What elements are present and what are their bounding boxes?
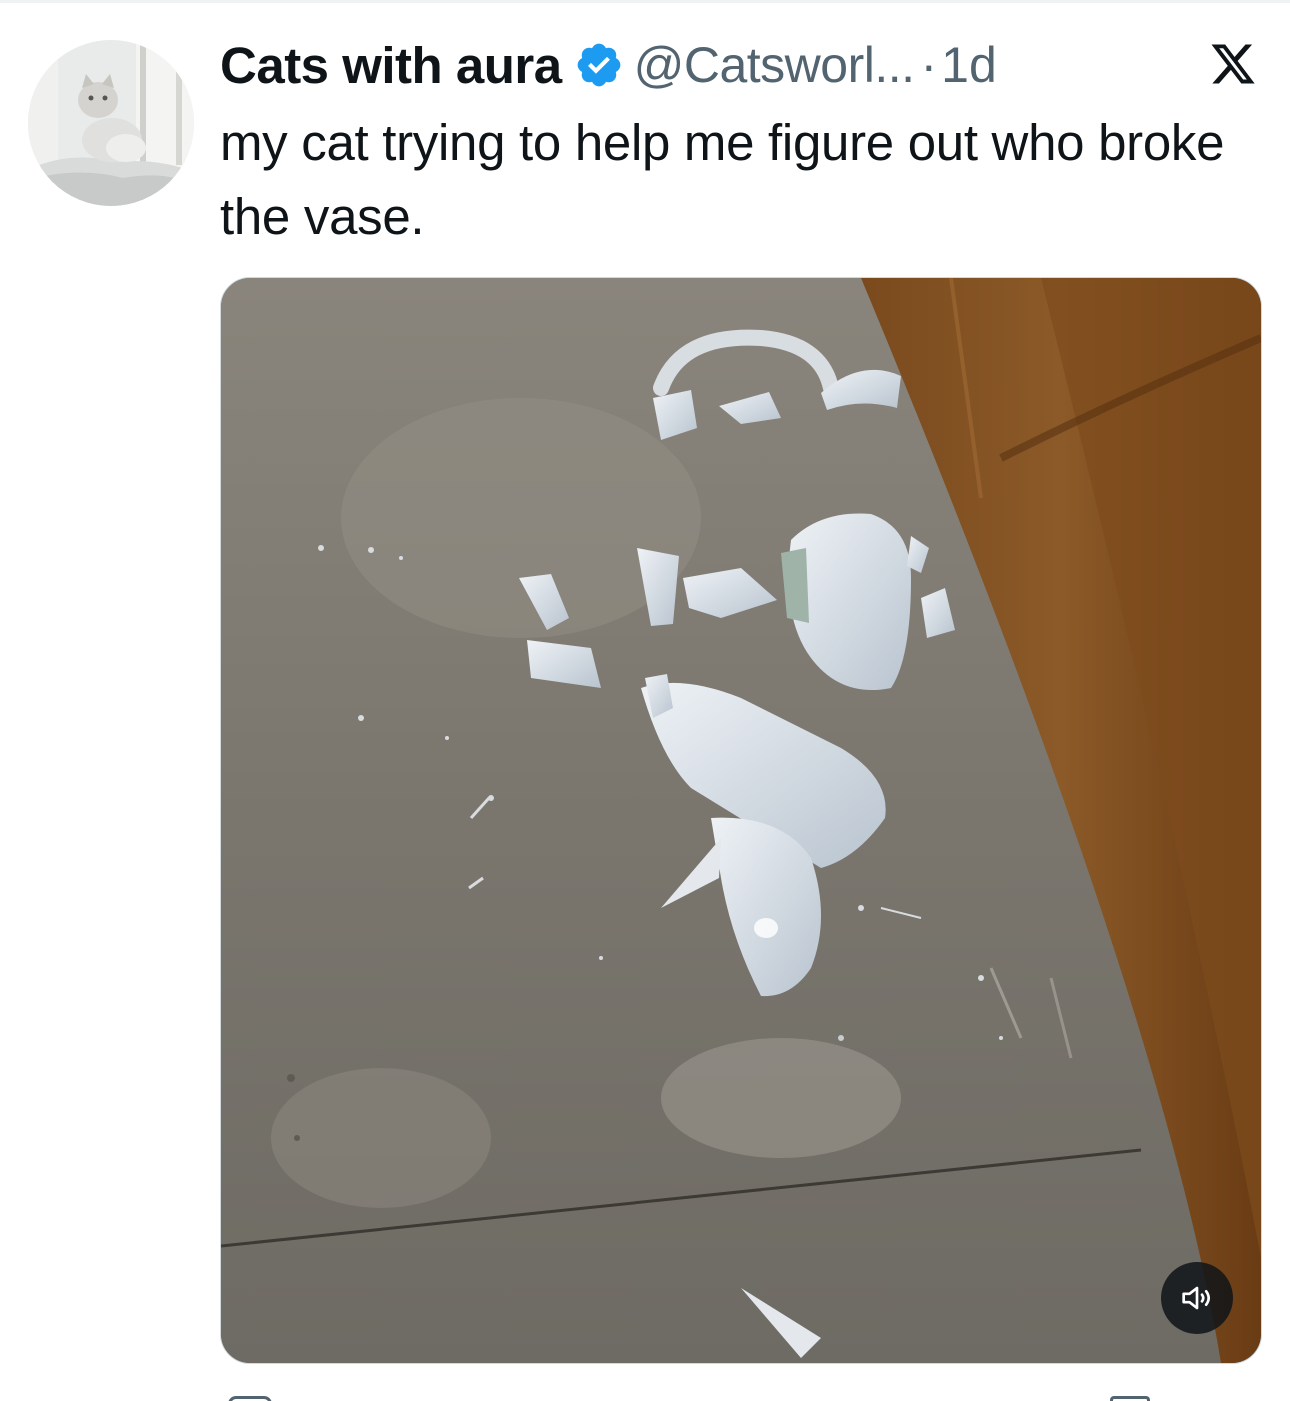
display-name[interactable]: Cats with aura bbox=[220, 36, 562, 95]
video-player[interactable] bbox=[220, 277, 1262, 1364]
avatar-image bbox=[28, 40, 194, 206]
reply-icon[interactable] bbox=[228, 1396, 272, 1401]
post-text: my cat trying to help me figure out who … bbox=[220, 114, 1225, 245]
post-header: Cats with aura @Catsworl... · 1d bbox=[220, 30, 1220, 100]
post-timestamp[interactable]: 1d bbox=[941, 36, 997, 94]
mute-button[interactable] bbox=[1161, 1262, 1233, 1334]
top-divider bbox=[0, 0, 1290, 3]
bookmark-icon[interactable] bbox=[1110, 1396, 1150, 1401]
x-logo-icon[interactable] bbox=[1208, 40, 1258, 88]
action-bar bbox=[220, 1388, 1260, 1401]
post-card: Cats with aura @Catsworl... · 1d my cat … bbox=[0, 0, 1290, 1401]
avatar[interactable] bbox=[28, 40, 194, 206]
separator-dot: · bbox=[920, 37, 938, 93]
speaker-icon bbox=[1182, 1286, 1210, 1310]
video-frame bbox=[221, 278, 1261, 1363]
user-handle[interactable]: @Catsworl... bbox=[634, 36, 915, 94]
verified-badge-icon[interactable] bbox=[574, 40, 624, 90]
